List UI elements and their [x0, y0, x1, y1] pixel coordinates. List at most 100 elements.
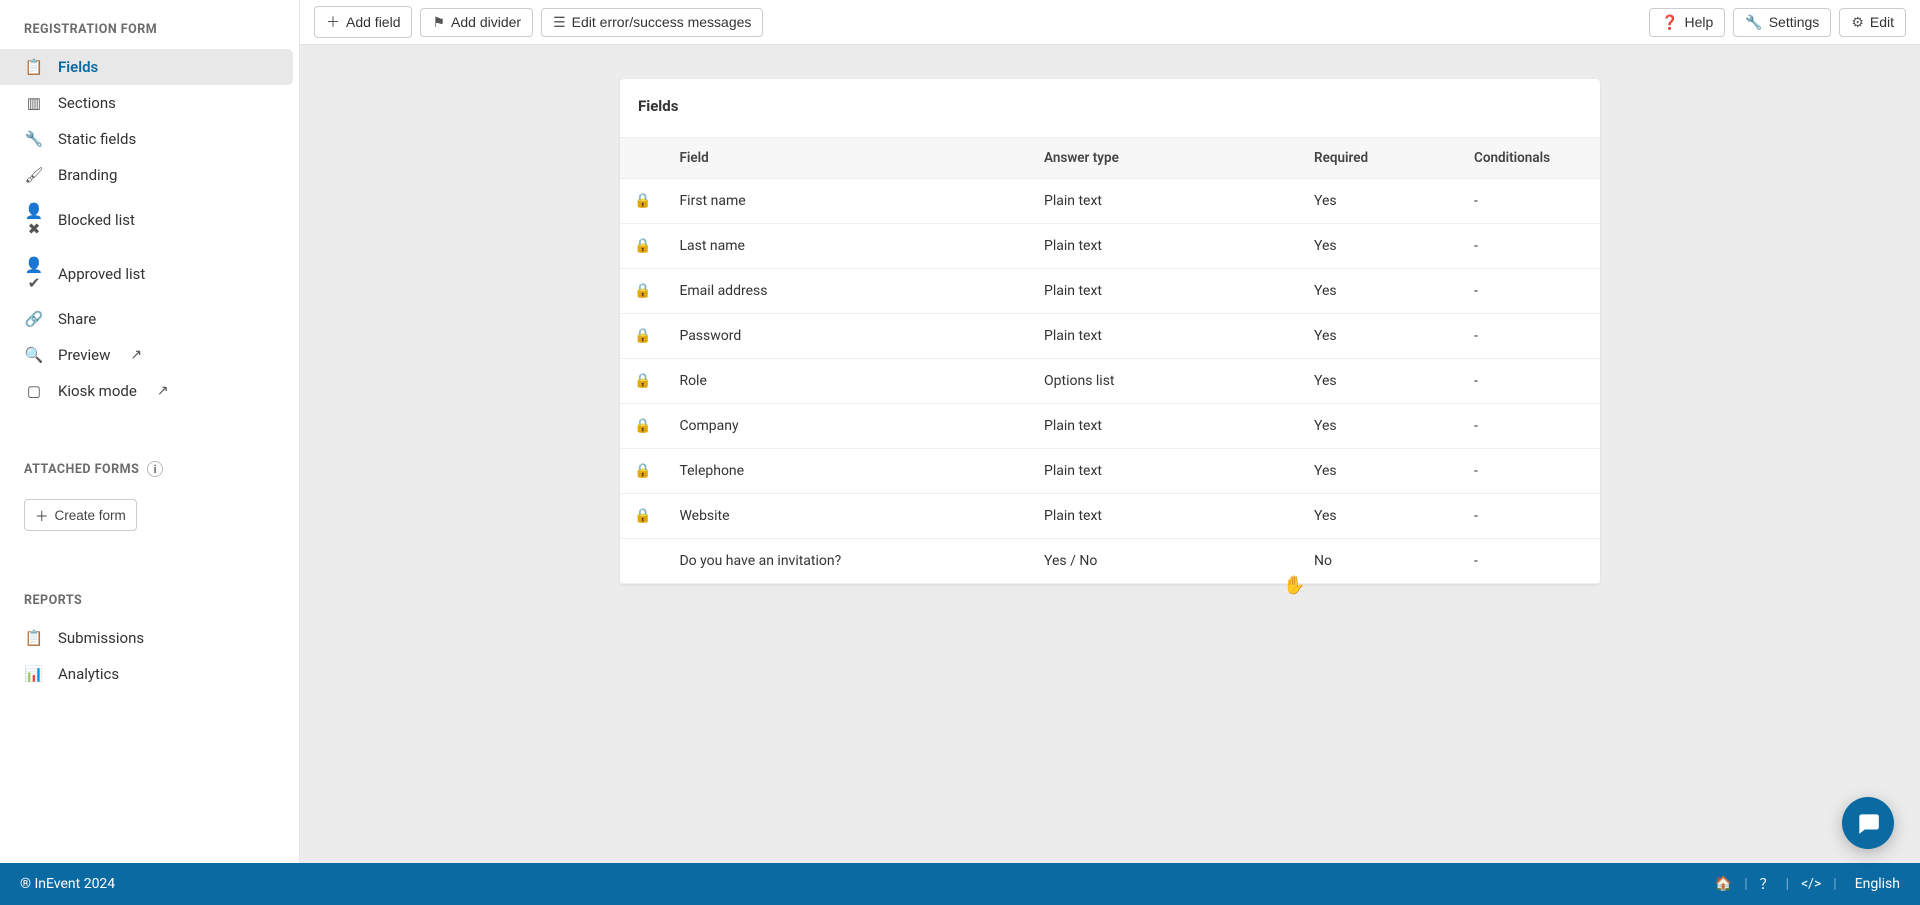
cell-conditionals: -: [1460, 494, 1600, 539]
cell-conditionals: -: [1460, 224, 1600, 269]
lock-icon: 🔒: [620, 449, 665, 494]
sidebar-item-label: Static fields: [58, 130, 136, 148]
gear-icon: ⚙: [1851, 14, 1864, 31]
sidebar-item-blocked-list[interactable]: 👤✖ Blocked list: [0, 193, 299, 247]
cell-answer-type: Yes / No: [1030, 539, 1300, 584]
home-icon[interactable]: 🏠: [1703, 876, 1744, 892]
create-form-button[interactable]: ＋ Create form: [24, 499, 137, 531]
sidebar-item-label: Fields: [58, 58, 98, 76]
cell-field: Email address: [665, 269, 1030, 314]
lock-icon: 🔒: [620, 404, 665, 449]
toolbar: ＋ Add field ⚑ Add divider ☰ Edit error/s…: [300, 0, 1920, 45]
settings-button[interactable]: 🔧 Settings: [1733, 8, 1831, 37]
cell-answer-type: Plain text: [1030, 449, 1300, 494]
lock-icon: 🔒: [620, 269, 665, 314]
sidebar-item-label: Share: [58, 310, 96, 328]
sidebar-item-fields[interactable]: 📋 Fields: [0, 49, 293, 85]
share-icon: 🔗: [24, 310, 44, 328]
flag-icon: ⚑: [432, 14, 445, 31]
cell-required: No: [1300, 539, 1460, 584]
lock-icon: [620, 539, 665, 584]
edit-messages-label: Edit error/success messages: [572, 14, 752, 30]
table-row[interactable]: 🔒WebsitePlain textYes-: [620, 494, 1600, 539]
col-header-conditionals: Conditionals: [1460, 138, 1600, 179]
chart-icon: 📊: [24, 665, 44, 683]
cell-required: Yes: [1300, 404, 1460, 449]
language-switch[interactable]: English: [1837, 876, 1900, 892]
sidebar-item-label: Blocked list: [58, 211, 135, 229]
footer-divider: |: [1786, 876, 1789, 892]
lock-icon: 🔒: [620, 179, 665, 224]
col-header-required: Required: [1300, 138, 1460, 179]
plus-icon: ＋: [326, 12, 340, 32]
cell-conditionals: -: [1460, 449, 1600, 494]
sidebar-section-registration-form: REGISTRATION FORM: [0, 0, 299, 49]
cell-required: Yes: [1300, 359, 1460, 404]
cell-field: Last name: [665, 224, 1030, 269]
edit-messages-button[interactable]: ☰ Edit error/success messages: [541, 8, 763, 37]
sidebar-item-analytics[interactable]: 📊 Analytics: [0, 656, 299, 692]
sidebar-item-submissions[interactable]: 📋 Submissions: [0, 620, 299, 656]
chat-bubble-button[interactable]: [1842, 797, 1894, 849]
add-field-button[interactable]: ＋ Add field: [314, 6, 412, 38]
sidebar-item-static-fields[interactable]: 🔧 Static fields: [0, 121, 299, 157]
sidebar-item-branding[interactable]: 🖌 Branding: [0, 157, 299, 193]
cell-answer-type: Plain text: [1030, 224, 1300, 269]
clipboard-icon: 📋: [24, 58, 44, 76]
info-icon[interactable]: i: [147, 461, 163, 477]
wrench-icon: 🔧: [24, 130, 44, 148]
table-row[interactable]: 🔒Email addressPlain textYes-: [620, 269, 1600, 314]
cell-answer-type: Options list: [1030, 359, 1300, 404]
external-link-icon: ↗: [157, 383, 169, 399]
cell-conditionals: -: [1460, 404, 1600, 449]
table-row[interactable]: 🔒CompanyPlain textYes-: [620, 404, 1600, 449]
lock-icon: 🔒: [620, 314, 665, 359]
settings-label: Settings: [1769, 14, 1820, 30]
table-row[interactable]: 🔒Last namePlain textYes-: [620, 224, 1600, 269]
sidebar-item-share[interactable]: 🔗 Share: [0, 301, 299, 337]
footer-copyright: ® InEvent 2024: [20, 876, 115, 892]
cell-field: Do you have an invitation?: [665, 539, 1030, 584]
sidebar-item-label: Preview: [58, 346, 110, 364]
help-icon[interactable]: ？: [1748, 874, 1786, 894]
content: Fields Field Answer type Required Condit…: [300, 45, 1920, 863]
cell-required: Yes: [1300, 224, 1460, 269]
cell-answer-type: Plain text: [1030, 179, 1300, 224]
sidebar-item-preview[interactable]: 🔍 Preview ↗: [0, 337, 299, 373]
search-icon: 🔍: [24, 346, 44, 364]
cell-field: Password: [665, 314, 1030, 359]
table-row[interactable]: 🔒PasswordPlain textYes-: [620, 314, 1600, 359]
table-row[interactable]: 🔒First namePlain textYes-: [620, 179, 1600, 224]
sidebar-section-reports: REPORTS: [0, 571, 299, 620]
add-divider-button[interactable]: ⚑ Add divider: [420, 8, 533, 37]
table-row[interactable]: 🔒TelephonePlain textYes-: [620, 449, 1600, 494]
edit-button[interactable]: ⚙ Edit: [1839, 8, 1906, 37]
cell-field: Telephone: [665, 449, 1030, 494]
add-field-label: Add field: [346, 14, 400, 30]
help-button[interactable]: ❓ Help: [1649, 8, 1725, 37]
sidebar-item-sections[interactable]: ▥ Sections: [0, 85, 299, 121]
table-row[interactable]: Do you have an invitation?Yes / NoNo-: [620, 539, 1600, 584]
edit-label: Edit: [1870, 14, 1894, 30]
sidebar-section-attached-forms: ATTACHED FORMS i: [0, 439, 299, 489]
user-block-icon: 👤✖: [24, 202, 44, 238]
sidebar-item-kiosk-mode[interactable]: ▢ Kiosk mode ↗: [0, 373, 299, 409]
user-check-icon: 👤✔: [24, 256, 44, 292]
help-icon: ❓: [1661, 14, 1678, 31]
sidebar-item-label: Sections: [58, 94, 116, 112]
cell-conditionals: -: [1460, 269, 1600, 314]
table-row[interactable]: 🔒RoleOptions listYes-: [620, 359, 1600, 404]
clipboard-icon: 📋: [24, 629, 44, 647]
code-icon[interactable]: </>: [1789, 876, 1833, 892]
cell-answer-type: Plain text: [1030, 314, 1300, 359]
sidebar-item-label: Branding: [58, 166, 117, 184]
lock-icon: 🔒: [620, 224, 665, 269]
sidebar: REGISTRATION FORM 📋 Fields ▥ Sections 🔧 …: [0, 0, 300, 863]
sidebar-item-label: Submissions: [58, 629, 144, 647]
create-form-label: Create form: [55, 508, 126, 523]
card-title: Fields: [620, 79, 1600, 137]
cell-answer-type: Plain text: [1030, 494, 1300, 539]
cell-required: Yes: [1300, 494, 1460, 539]
fields-card: Fields Field Answer type Required Condit…: [620, 79, 1600, 584]
sidebar-item-approved-list[interactable]: 👤✔ Approved list: [0, 247, 299, 301]
